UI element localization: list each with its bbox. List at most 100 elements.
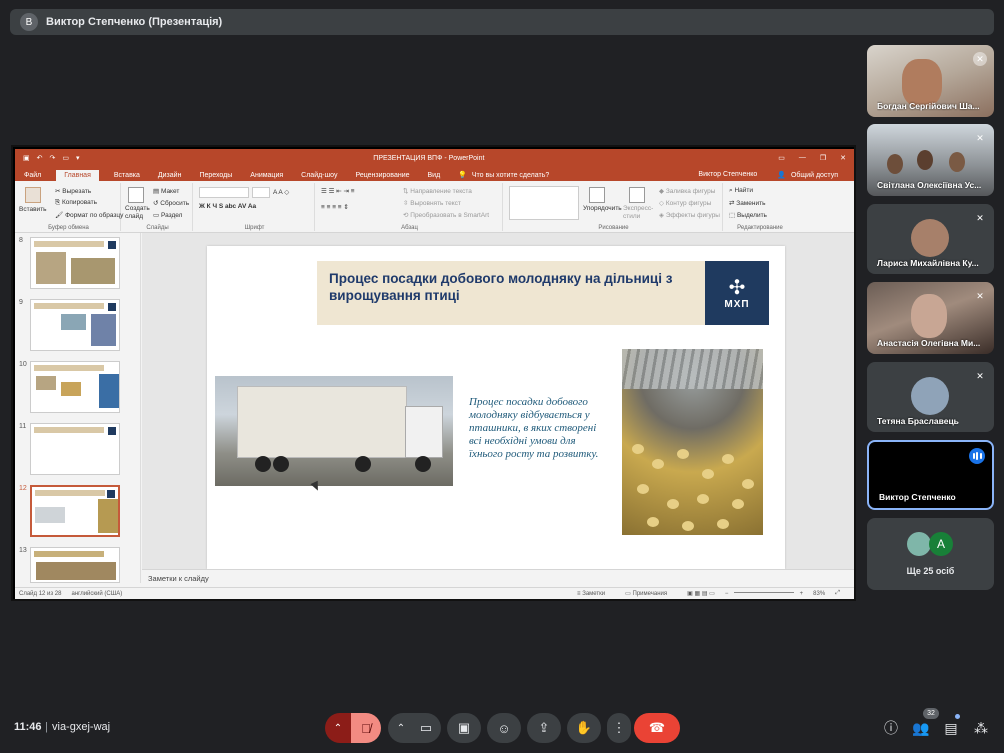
shape-outline-button[interactable]: ◇ Контур фигуры <box>659 199 711 207</box>
more-participants-avatars: A <box>907 532 957 558</box>
list-buttons[interactable]: ☰ ☰ ⇤ ⇥ ≡ <box>321 187 355 195</box>
slide-thumbnail[interactable] <box>30 237 120 289</box>
save-icon[interactable]: ▣ <box>23 154 30 162</box>
ribbon-options-icon[interactable]: ▭ <box>778 154 785 162</box>
maximize-icon[interactable]: ❐ <box>820 154 826 162</box>
quick-styles-button[interactable]: Экспресс-стили <box>623 205 653 221</box>
reactions-button[interactable]: ☺ <box>487 713 521 743</box>
shapes-gallery[interactable] <box>509 186 579 220</box>
tab-design[interactable]: Дизайн <box>155 170 185 181</box>
quick-styles-icon[interactable] <box>629 187 645 203</box>
reset-button[interactable]: ↺ Сбросить <box>153 199 189 207</box>
current-slide[interactable]: Процес посадки добового молодняку на діл… <box>207 246 785 569</box>
font-size-buttons[interactable]: A A ◇ <box>273 188 289 196</box>
ribbon: Вставить ✂ Вырезать ⎘ Копировать 🖌 Форма… <box>15 181 854 233</box>
copy-label: Копировать <box>62 199 98 206</box>
present-button[interactable]: ⇪ <box>527 713 561 743</box>
slide-thumbnail[interactable] <box>30 299 120 351</box>
redo-icon[interactable]: ↷ <box>50 154 56 162</box>
section-button[interactable]: ▭ Раздел <box>153 211 182 219</box>
new-slide-button[interactable]: Создать слайд <box>125 205 151 221</box>
end-call-button[interactable]: ☎ <box>634 713 680 743</box>
participant-tile[interactable]: ✕ Анастасія Олегівна Ми... <box>867 282 994 354</box>
align-buttons[interactable]: ≡ ≡ ≡ ≡ ⇕ <box>321 203 349 211</box>
notes-toggle[interactable]: ≡ Заметки <box>577 591 615 597</box>
slide-thumbnail[interactable] <box>30 547 120 583</box>
tab-file[interactable]: Файл <box>21 170 44 181</box>
tab-home[interactable]: Главная <box>56 170 99 181</box>
new-slide-icon[interactable] <box>128 187 144 203</box>
participant-tile[interactable]: ✕ Тетяна Браславець <box>867 362 994 432</box>
drawing-group: Упорядочить Экспресс-стили ◆ Заливка фиг… <box>505 183 723 231</box>
arrange-button[interactable]: Упорядочить <box>583 205 622 212</box>
slideshow-icon[interactable]: ▭ <box>62 154 69 162</box>
slide-thumbnail[interactable] <box>30 361 120 413</box>
shape-effects-label: Эффекты фигуры <box>665 212 720 219</box>
shape-fill-label: Заливка фигуры <box>665 188 716 195</box>
participant-tile[interactable]: ✕ Лариса Михайлівна Ку... <box>867 204 994 274</box>
canvas-scrollbar[interactable] <box>844 233 852 569</box>
shape-effects-button[interactable]: ◈ Эффекты фигуры <box>659 211 720 219</box>
font-name-input[interactable] <box>199 187 249 198</box>
tab-review[interactable]: Рецензирование <box>352 170 412 181</box>
align-text-button[interactable]: ⇳ Выровнять текст <box>403 199 461 207</box>
language-indicator[interactable]: английский (США) <box>71 591 122 597</box>
emoji-icon: ☺ <box>497 720 511 736</box>
meeting-info-button[interactable]: ⓘ <box>881 718 901 738</box>
camera-toggle-button[interactable]: ▭ <box>411 713 441 743</box>
more-options-button[interactable]: ⋮ <box>607 713 631 743</box>
tab-animations[interactable]: Анимация <box>247 170 286 181</box>
notes-toggle-label: Заметки <box>582 590 606 597</box>
zoom-slider[interactable]: − + <box>725 591 803 597</box>
share-button[interactable]: 👤 Общий доступ <box>774 169 844 181</box>
more-participants-tile[interactable]: A Ще 25 осіб <box>867 518 994 590</box>
chat-button[interactable]: ▤ <box>941 718 961 738</box>
paste-icon[interactable] <box>25 187 41 203</box>
tab-slideshow[interactable]: Слайд-шоу <box>298 170 340 181</box>
participant-tile-speaking[interactable]: Виктор Степченко <box>867 440 994 510</box>
slides-group: Создать слайд ▤ Макет ↺ Сбросить ▭ Разде… <box>123 183 193 231</box>
mic-options-button[interactable]: ⌃ <box>325 713 351 743</box>
zoom-level[interactable]: 83% <box>813 591 825 597</box>
notes-pane[interactable]: Заметки к слайду <box>142 569 854 587</box>
cut-button[interactable]: ✂ Вырезать <box>55 187 91 195</box>
layout-button[interactable]: ▤ Макет <box>153 187 179 195</box>
font-size-input[interactable] <box>252 187 270 198</box>
activities-button[interactable]: ⁂ <box>971 718 991 738</box>
copy-button[interactable]: ⎘ Копировать <box>55 199 97 207</box>
captions-button[interactable]: ▣ <box>447 713 481 743</box>
minimize-icon[interactable]: — <box>799 154 806 162</box>
font-group-label: Шрифт <box>244 225 265 231</box>
text-direction-button[interactable]: ⇅ Направление текста <box>403 187 472 195</box>
font-group: A A ◇ Ж К Ч S abc AV Aa Шрифт <box>195 183 315 231</box>
slide-thumbnail[interactable] <box>30 423 120 475</box>
raise-hand-button[interactable]: ✋ <box>567 713 601 743</box>
find-button[interactable]: ⌕ Найти <box>729 187 753 195</box>
smartart-button[interactable]: ⟲ Преобразовать в SmartArt <box>403 211 489 219</box>
format-painter-button[interactable]: 🖌 Формат по образцу <box>55 211 123 219</box>
fit-slide-icon[interactable]: ⤢ <box>835 590 840 597</box>
truck-photo <box>215 376 453 486</box>
tab-view[interactable]: Вид <box>425 170 444 181</box>
people-button[interactable]: 👥 <box>911 718 931 738</box>
tab-insert[interactable]: Вставка <box>111 170 143 181</box>
view-buttons[interactable]: ▣ ▦ ▤ ▭ <box>687 590 715 597</box>
replace-button[interactable]: ⇄ Заменить <box>729 199 765 207</box>
arrange-icon[interactable] <box>589 187 605 203</box>
select-button[interactable]: ⬚ Выделить <box>729 211 767 219</box>
shape-fill-button[interactable]: ◆ Заливка фигуры <box>659 187 715 195</box>
tell-me-box[interactable]: 💡 Что вы хотите сделать? <box>455 169 555 181</box>
participant-tile[interactable]: ✕ Світлана Олексіївна Ус... <box>867 124 994 196</box>
mic-toggle-button[interactable]: 🎙̸ <box>351 713 381 743</box>
customize-icon[interactable]: ▾ <box>76 154 80 162</box>
layout-label: Макет <box>160 188 180 195</box>
undo-icon[interactable]: ↶ <box>37 154 43 162</box>
slide-thumbnail-selected[interactable] <box>30 485 120 537</box>
tab-transitions[interactable]: Переходы <box>196 170 235 181</box>
font-format-buttons[interactable]: Ж К Ч S abc AV Aa <box>199 203 256 210</box>
close-icon[interactable]: ✕ <box>840 154 846 162</box>
slides-group-label: Слайды <box>146 225 169 231</box>
paste-button[interactable]: Вставить <box>19 206 47 213</box>
participant-tile[interactable]: ✕ Богдан Сергійович Ша... <box>867 45 994 117</box>
comments-toggle[interactable]: ▭ Примечания <box>625 590 677 597</box>
